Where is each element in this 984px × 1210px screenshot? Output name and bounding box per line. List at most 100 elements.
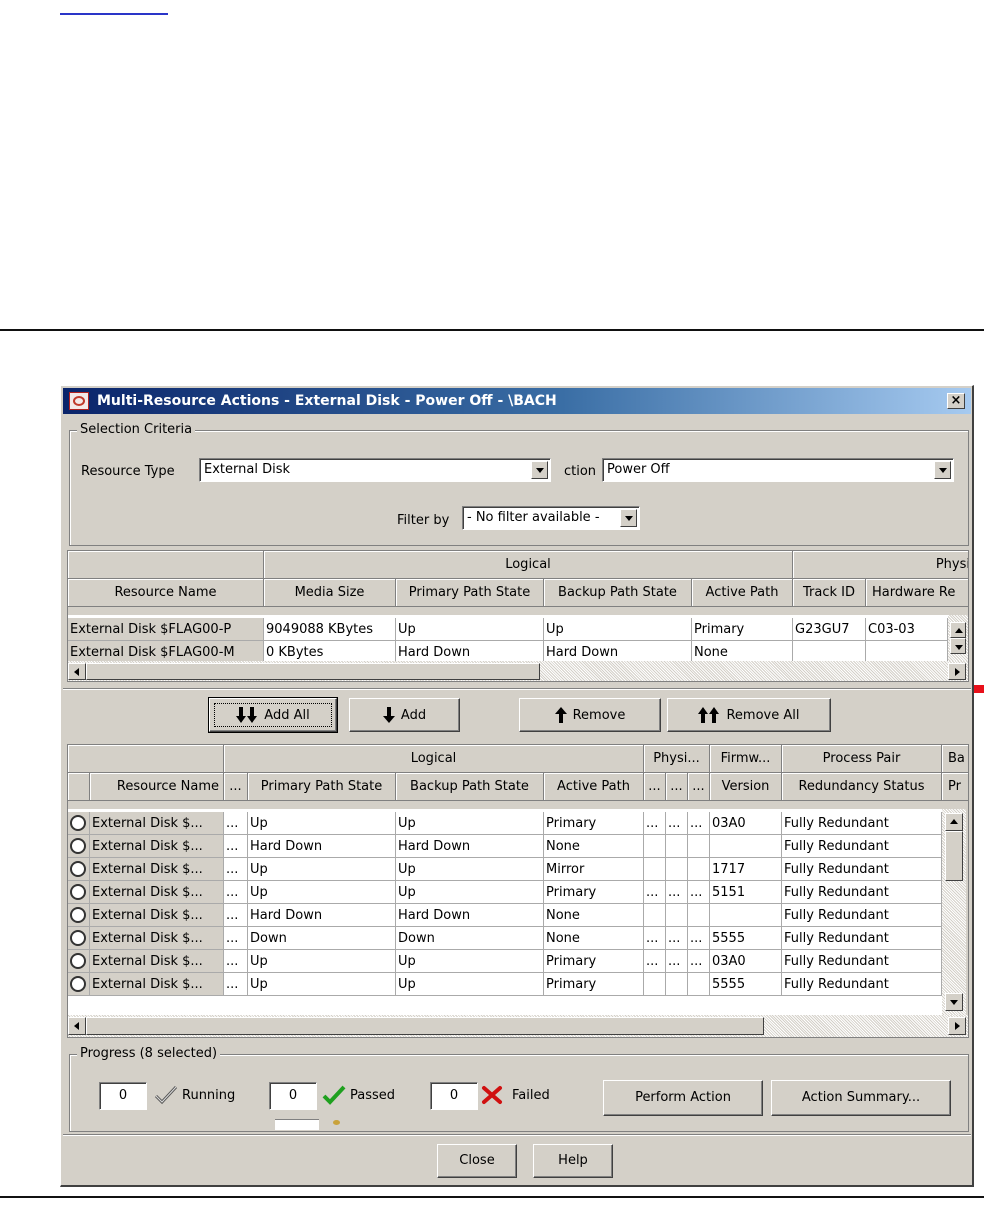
running-label: Running [182, 1088, 236, 1103]
add-all-button[interactable]: Add All [208, 697, 338, 733]
table-cell: Primary [544, 950, 644, 973]
radio-icon[interactable] [70, 953, 86, 969]
column-header-primary-path-state[interactable]: Primary Path State [396, 579, 544, 607]
column-header-collapsed[interactable]: ... [644, 773, 666, 801]
column-header-redundancy-status[interactable]: Redundancy Status [782, 773, 942, 801]
resource-type-select[interactable]: External Disk [199, 458, 551, 482]
column-header-active-path[interactable]: Active Path [692, 579, 793, 607]
table-row[interactable]: External Disk $... [90, 858, 224, 881]
chevron-down-icon[interactable] [531, 461, 548, 479]
close-button[interactable]: Close [437, 1144, 517, 1178]
column-header-track-id[interactable]: Track ID [793, 579, 866, 607]
column-header-backup-path-state[interactable]: Backup Path State [544, 579, 692, 607]
column-header-active-path[interactable]: Active Path [544, 773, 644, 801]
radio-icon[interactable] [70, 815, 86, 831]
row-select-radio[interactable] [68, 950, 90, 973]
row-select-radio[interactable] [68, 881, 90, 904]
table-row[interactable]: External Disk $... [90, 812, 224, 835]
row-select-radio[interactable] [68, 904, 90, 927]
column-header-primary-path-state[interactable]: Primary Path State [248, 773, 396, 801]
scroll-up-button[interactable] [945, 813, 963, 831]
row-select-radio[interactable] [68, 927, 90, 950]
chevron-down-icon[interactable] [620, 509, 637, 527]
scroll-right-button[interactable] [948, 663, 966, 680]
table-cell [666, 858, 688, 881]
table-cell: 03A0 [710, 950, 782, 973]
title-bar[interactable]: Multi-Resource Actions - External Disk -… [63, 388, 971, 414]
help-button[interactable]: Help [533, 1144, 613, 1178]
radio-icon[interactable] [70, 907, 86, 923]
bottom-table-hscrollbar[interactable] [68, 1015, 968, 1037]
table-cell [710, 904, 782, 927]
radio-icon[interactable] [70, 838, 86, 854]
row-select-radio[interactable] [68, 812, 90, 835]
scroll-down-button[interactable] [950, 638, 966, 654]
remove-all-button[interactable]: Remove All [667, 698, 831, 732]
double-up-arrow-icon [698, 707, 720, 723]
table-cell: 0 KBytes [264, 641, 396, 661]
table-cell: None [544, 835, 644, 858]
column-header-version[interactable]: Version [710, 773, 782, 801]
up-arrow-icon [554, 707, 567, 723]
table-cell: Fully Redundant [782, 835, 942, 858]
radio-icon[interactable] [70, 861, 86, 877]
column-header-select[interactable] [68, 773, 90, 801]
scroll-thumb[interactable] [86, 663, 540, 680]
chevron-down-icon[interactable] [934, 461, 951, 479]
table-cell [688, 858, 710, 881]
table-cell: Hard Down [396, 904, 544, 927]
column-header-collapsed[interactable]: ... [688, 773, 710, 801]
table-cell: Hard Down [248, 835, 396, 858]
column-header-pr[interactable]: Pr [942, 773, 968, 801]
table-row[interactable]: External Disk $... [90, 835, 224, 858]
radio-icon[interactable] [70, 976, 86, 992]
table-cell [866, 641, 948, 661]
column-header-hardware-revision[interactable]: Hardware Re [866, 579, 968, 607]
table-cell: Up [396, 858, 544, 881]
radio-icon[interactable] [70, 884, 86, 900]
link-underline[interactable] [60, 0, 168, 15]
top-table-vscrollbar[interactable] [948, 615, 968, 661]
failed-x-icon [482, 1086, 502, 1104]
top-table-hscrollbar[interactable] [68, 661, 968, 681]
close-window-button[interactable]: × [947, 393, 965, 409]
action-select[interactable]: Power Off [602, 458, 954, 482]
remove-button[interactable]: Remove [519, 698, 661, 732]
scroll-left-button[interactable] [68, 663, 86, 680]
perform-action-button[interactable]: Perform Action [603, 1080, 763, 1116]
column-header-collapsed[interactable]: ... [666, 773, 688, 801]
scroll-up-button[interactable] [950, 622, 966, 638]
table-row[interactable]: External Disk $FLAG00-M [68, 641, 264, 661]
scroll-thumb[interactable] [945, 831, 963, 881]
table-cell [644, 904, 666, 927]
column-header-resource-name[interactable]: Resource Name [68, 579, 264, 607]
table-row[interactable]: External Disk $... [90, 904, 224, 927]
filter-select[interactable]: - No filter available - [462, 506, 640, 530]
column-header-resource-name[interactable]: Resource Name [90, 773, 224, 801]
table-cell: Hard Down [544, 641, 692, 661]
selected-resources-table: Logical Physi... Firmw... Process Pair B… [67, 744, 969, 1038]
bottom-table-vscrollbar[interactable] [942, 809, 966, 1015]
table-row[interactable]: External Disk $... [90, 881, 224, 904]
filter-by-label: Filter by [397, 513, 450, 528]
scroll-right-button[interactable] [948, 1017, 966, 1035]
table-cell: Hard Down [396, 641, 544, 661]
scroll-thumb[interactable] [86, 1017, 764, 1035]
scroll-left-button[interactable] [68, 1017, 86, 1035]
row-select-radio[interactable] [68, 835, 90, 858]
table-row[interactable]: External Disk $... [90, 927, 224, 950]
table-row[interactable]: External Disk $... [90, 950, 224, 973]
column-header-media-size[interactable]: Media Size [264, 579, 396, 607]
scroll-down-button[interactable] [945, 993, 963, 1011]
row-select-radio[interactable] [68, 858, 90, 881]
radio-icon[interactable] [70, 930, 86, 946]
row-select-radio[interactable] [68, 973, 90, 996]
table-row[interactable]: External Disk $FLAG00-P [68, 618, 264, 641]
column-header-collapsed[interactable]: ... [224, 773, 248, 801]
add-button[interactable]: Add [349, 698, 460, 732]
column-header-backup-path-state[interactable]: Backup Path State [396, 773, 544, 801]
down-arrow-icon [382, 707, 395, 723]
table-row[interactable]: External Disk $... [90, 973, 224, 996]
table-cell: ... [688, 927, 710, 950]
action-summary-button[interactable]: Action Summary... [771, 1080, 951, 1116]
